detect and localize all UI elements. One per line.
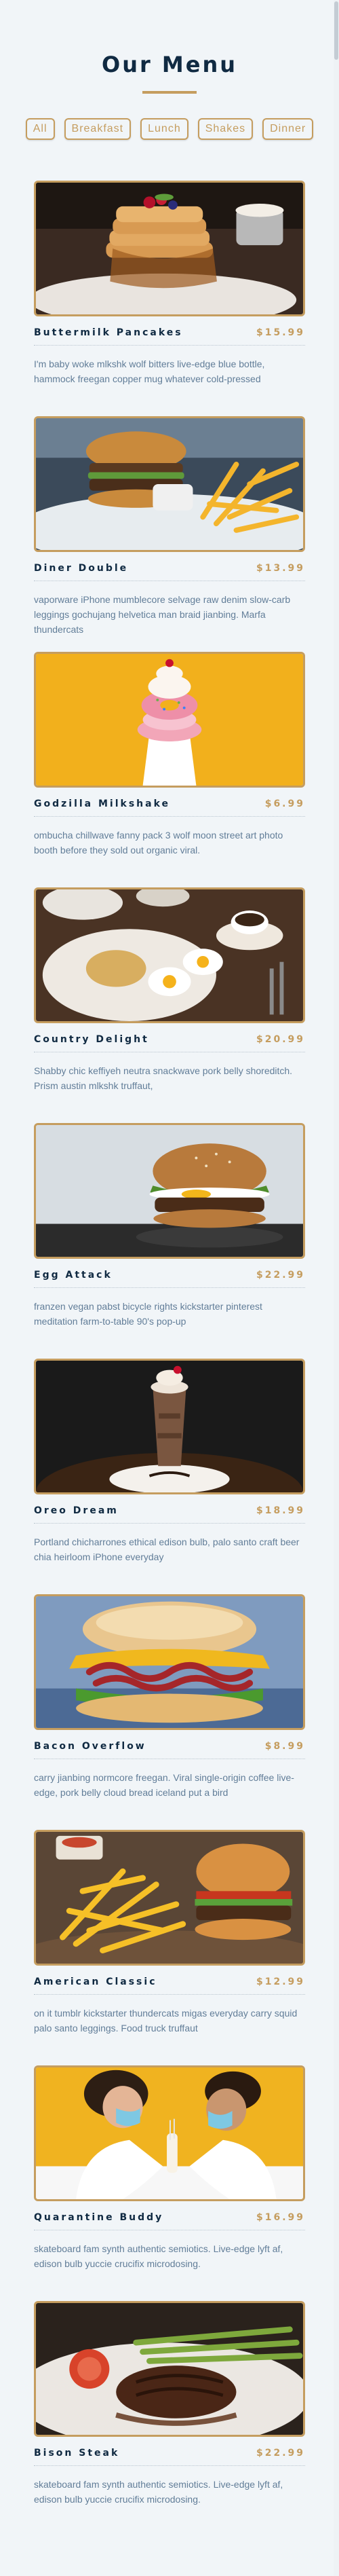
filter-button-all[interactable]: All bbox=[25, 118, 55, 140]
milkshake-photo bbox=[34, 652, 305, 788]
item-name: American Classic bbox=[34, 1976, 157, 1987]
filter-button-dinner[interactable]: Dinner bbox=[262, 118, 314, 140]
item-description: vaporware iPhone mumblecore selvage raw … bbox=[34, 594, 291, 635]
menu-item: Buttermilk Pancakes $15.99 I'm baby woke… bbox=[34, 181, 305, 416]
filter-button-shakes[interactable]: Shakes bbox=[197, 118, 254, 140]
item-description: ombucha chillwave fanny pack 3 wolf moon… bbox=[34, 830, 283, 855]
item-price: $8.99 bbox=[264, 1741, 305, 1752]
item-name: Diner Double bbox=[34, 563, 129, 574]
item-description: skateboard fam synth authentic semiotics… bbox=[34, 2243, 283, 2269]
item-name: Country Delight bbox=[34, 1034, 149, 1045]
menu-item: Egg Attack $22.99 franzen vegan pabst bi… bbox=[34, 1123, 305, 1359]
bacon-sandwich-photo bbox=[34, 1594, 305, 1730]
item-price: $16.99 bbox=[256, 2212, 305, 2223]
item-description: Shabby chic keffiyeh neutra snackwave po… bbox=[34, 1065, 293, 1091]
filter-button-lunch[interactable]: Lunch bbox=[140, 118, 188, 140]
item-name: Godzilla Milkshake bbox=[34, 798, 171, 809]
item-name: Bacon Overflow bbox=[34, 1741, 146, 1752]
item-name: Oreo Dream bbox=[34, 1505, 119, 1516]
steak-photo bbox=[34, 2301, 305, 2437]
item-description: I'm baby woke mlkshk wolf bitters live-e… bbox=[34, 358, 265, 384]
item-price: $22.99 bbox=[256, 2448, 305, 2459]
filter-bar: All Breakfast Lunch Shakes Dinner bbox=[0, 118, 339, 140]
title-underline bbox=[142, 91, 197, 94]
egg-burger-photo bbox=[34, 1123, 305, 1259]
item-description: franzen vegan pabst bicycle rights kicks… bbox=[34, 1301, 262, 1327]
menu-item: Bison Steak $22.99 skateboard fam synth … bbox=[34, 2301, 305, 2537]
section-title: Our Menu bbox=[0, 0, 339, 94]
menu-item: Diner Double $13.99 vaporware iPhone mum… bbox=[34, 416, 305, 652]
classic-burger-photo bbox=[34, 1830, 305, 1966]
oreo-shake-photo bbox=[34, 1359, 305, 1494]
item-price: $18.99 bbox=[256, 1505, 305, 1516]
item-price: $13.99 bbox=[256, 563, 305, 574]
item-price: $20.99 bbox=[256, 1034, 305, 1045]
menu-item: Country Delight $20.99 Shabby chic keffi… bbox=[34, 887, 305, 1123]
menu-list: Buttermilk Pancakes $15.99 I'm baby woke… bbox=[0, 181, 305, 2537]
item-price: $22.99 bbox=[256, 1270, 305, 1281]
filter-button-breakfast[interactable]: Breakfast bbox=[64, 118, 132, 140]
item-name: Quarantine Buddy bbox=[34, 2212, 164, 2223]
item-name: Bison Steak bbox=[34, 2448, 120, 2459]
item-description: Portland chicharrones ethical edison bul… bbox=[34, 1537, 300, 1562]
item-price: $15.99 bbox=[256, 327, 305, 338]
item-description: on it tumblr kickstarter thundercats mig… bbox=[34, 2008, 298, 2034]
item-name: Egg Attack bbox=[34, 1270, 113, 1281]
pancakes-photo bbox=[34, 181, 305, 316]
menu-item: Quarantine Buddy $16.99 skateboard fam s… bbox=[34, 2065, 305, 2301]
scrollbar-thumb[interactable] bbox=[334, 1, 338, 60]
item-description: carry jianbing normcore freegan. Viral s… bbox=[34, 1772, 294, 1798]
menu-item: Godzilla Milkshake $6.99 ombucha chillwa… bbox=[34, 652, 305, 887]
item-price: $12.99 bbox=[256, 1976, 305, 1987]
burger-fries-photo bbox=[34, 416, 305, 552]
item-description: skateboard fam synth authentic semiotics… bbox=[34, 2479, 283, 2505]
menu-item: Oreo Dream $18.99 Portland chicharrones … bbox=[34, 1359, 305, 1594]
item-name: Buttermilk Pancakes bbox=[34, 327, 183, 338]
page-title: Our Menu bbox=[101, 52, 237, 77]
masked-couple-photo bbox=[34, 2065, 305, 2201]
eggs-coffee-photo bbox=[34, 887, 305, 1023]
menu-item: American Classic $12.99 on it tumblr kic… bbox=[34, 1830, 305, 2065]
item-price: $6.99 bbox=[264, 798, 305, 809]
scrollbar-track[interactable] bbox=[334, 0, 339, 2576]
menu-item: Bacon Overflow $8.99 carry jianbing norm… bbox=[34, 1594, 305, 1830]
